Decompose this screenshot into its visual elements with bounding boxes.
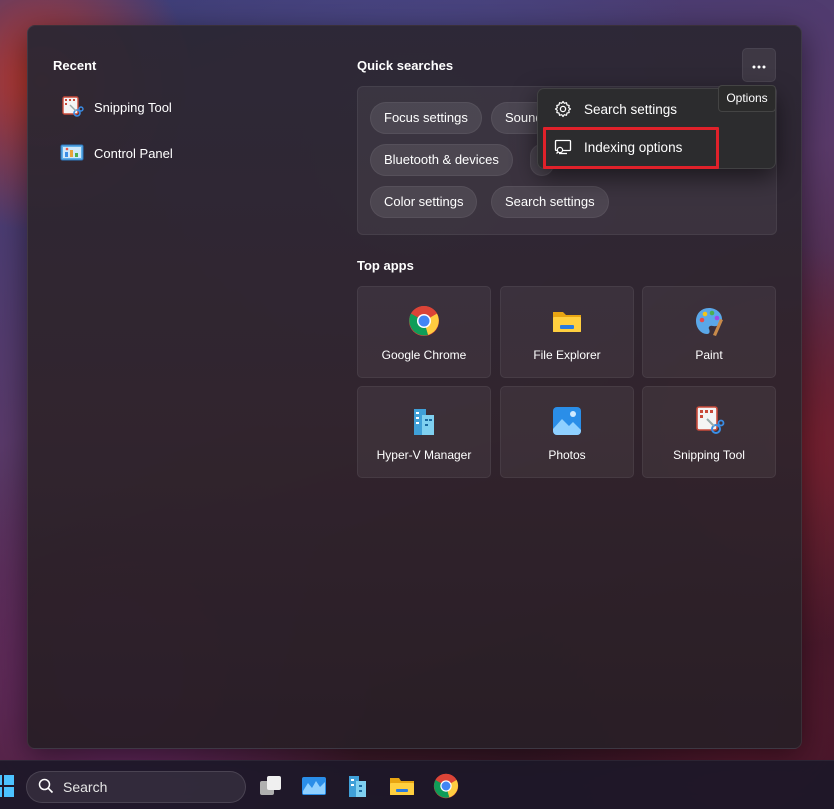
chip-bluetooth-devices[interactable]: Bluetooth & devices — [370, 144, 513, 176]
chip-color-settings[interactable]: Color settings — [370, 186, 478, 218]
app-label: Snipping Tool — [673, 448, 745, 462]
app-label: File Explorer — [533, 348, 601, 362]
recent-title: Recent — [53, 58, 97, 73]
top-apps-title: Top apps — [357, 258, 414, 273]
taskbar-search-box[interactable]: Search — [26, 771, 246, 803]
recent-item-label: Snipping Tool — [94, 99, 172, 115]
snipping-tool-icon — [60, 95, 84, 119]
chrome-icon — [408, 305, 440, 337]
chip-focus-settings[interactable]: Focus settings — [370, 102, 482, 134]
control-panel-icon — [60, 141, 84, 165]
hyper-v-icon — [408, 405, 440, 437]
recent-item-label: Control Panel — [94, 145, 173, 161]
app-tile-photos[interactable]: Photos — [500, 386, 634, 478]
app-label: Google Chrome — [381, 348, 467, 362]
file-explorer-icon[interactable] — [389, 773, 415, 799]
paint-icon — [693, 305, 725, 337]
menu-item-label: Search settings — [584, 101, 678, 117]
indexing-icon — [554, 138, 572, 156]
search-icon — [38, 778, 54, 797]
hyper-v-icon[interactable] — [345, 773, 371, 799]
app-tile-hyper-v-manager[interactable]: Hyper-V Manager — [357, 386, 491, 478]
file-explorer-icon — [551, 305, 583, 337]
app-tile-google-chrome[interactable]: Google Chrome — [357, 286, 491, 378]
menu-item-indexing-options[interactable]: Indexing options — [542, 130, 773, 164]
app-tile-snipping-tool[interactable]: Snipping Tool — [642, 386, 776, 478]
start-icon[interactable] — [0, 775, 14, 797]
search-placeholder: Search — [63, 779, 108, 795]
snipping-tool-icon — [693, 405, 725, 437]
photos-icon — [551, 405, 583, 437]
quick-searches-title: Quick searches — [357, 58, 454, 73]
taskbar: Search — [0, 760, 834, 809]
options-button[interactable] — [742, 48, 776, 82]
options-tooltip: Options — [718, 85, 776, 112]
app-label: Photos — [548, 448, 586, 462]
gear-icon — [554, 100, 572, 118]
app-label: Hyper-V Manager — [376, 448, 472, 462]
resource-monitor-icon[interactable] — [301, 773, 327, 799]
menu-item-label: Indexing options — [584, 139, 683, 155]
chip-search-settings[interactable]: Search settings — [491, 186, 609, 218]
recent-item-control-panel[interactable]: Control Panel — [60, 138, 300, 168]
more-icon — [752, 56, 766, 74]
chrome-icon[interactable] — [433, 773, 459, 799]
app-label: Paint — [695, 348, 723, 362]
app-tile-file-explorer[interactable]: File Explorer — [500, 286, 634, 378]
app-tile-paint[interactable]: Paint — [642, 286, 776, 378]
task-view-icon[interactable] — [258, 773, 284, 799]
recent-item-snipping-tool[interactable]: Snipping Tool — [60, 92, 300, 122]
